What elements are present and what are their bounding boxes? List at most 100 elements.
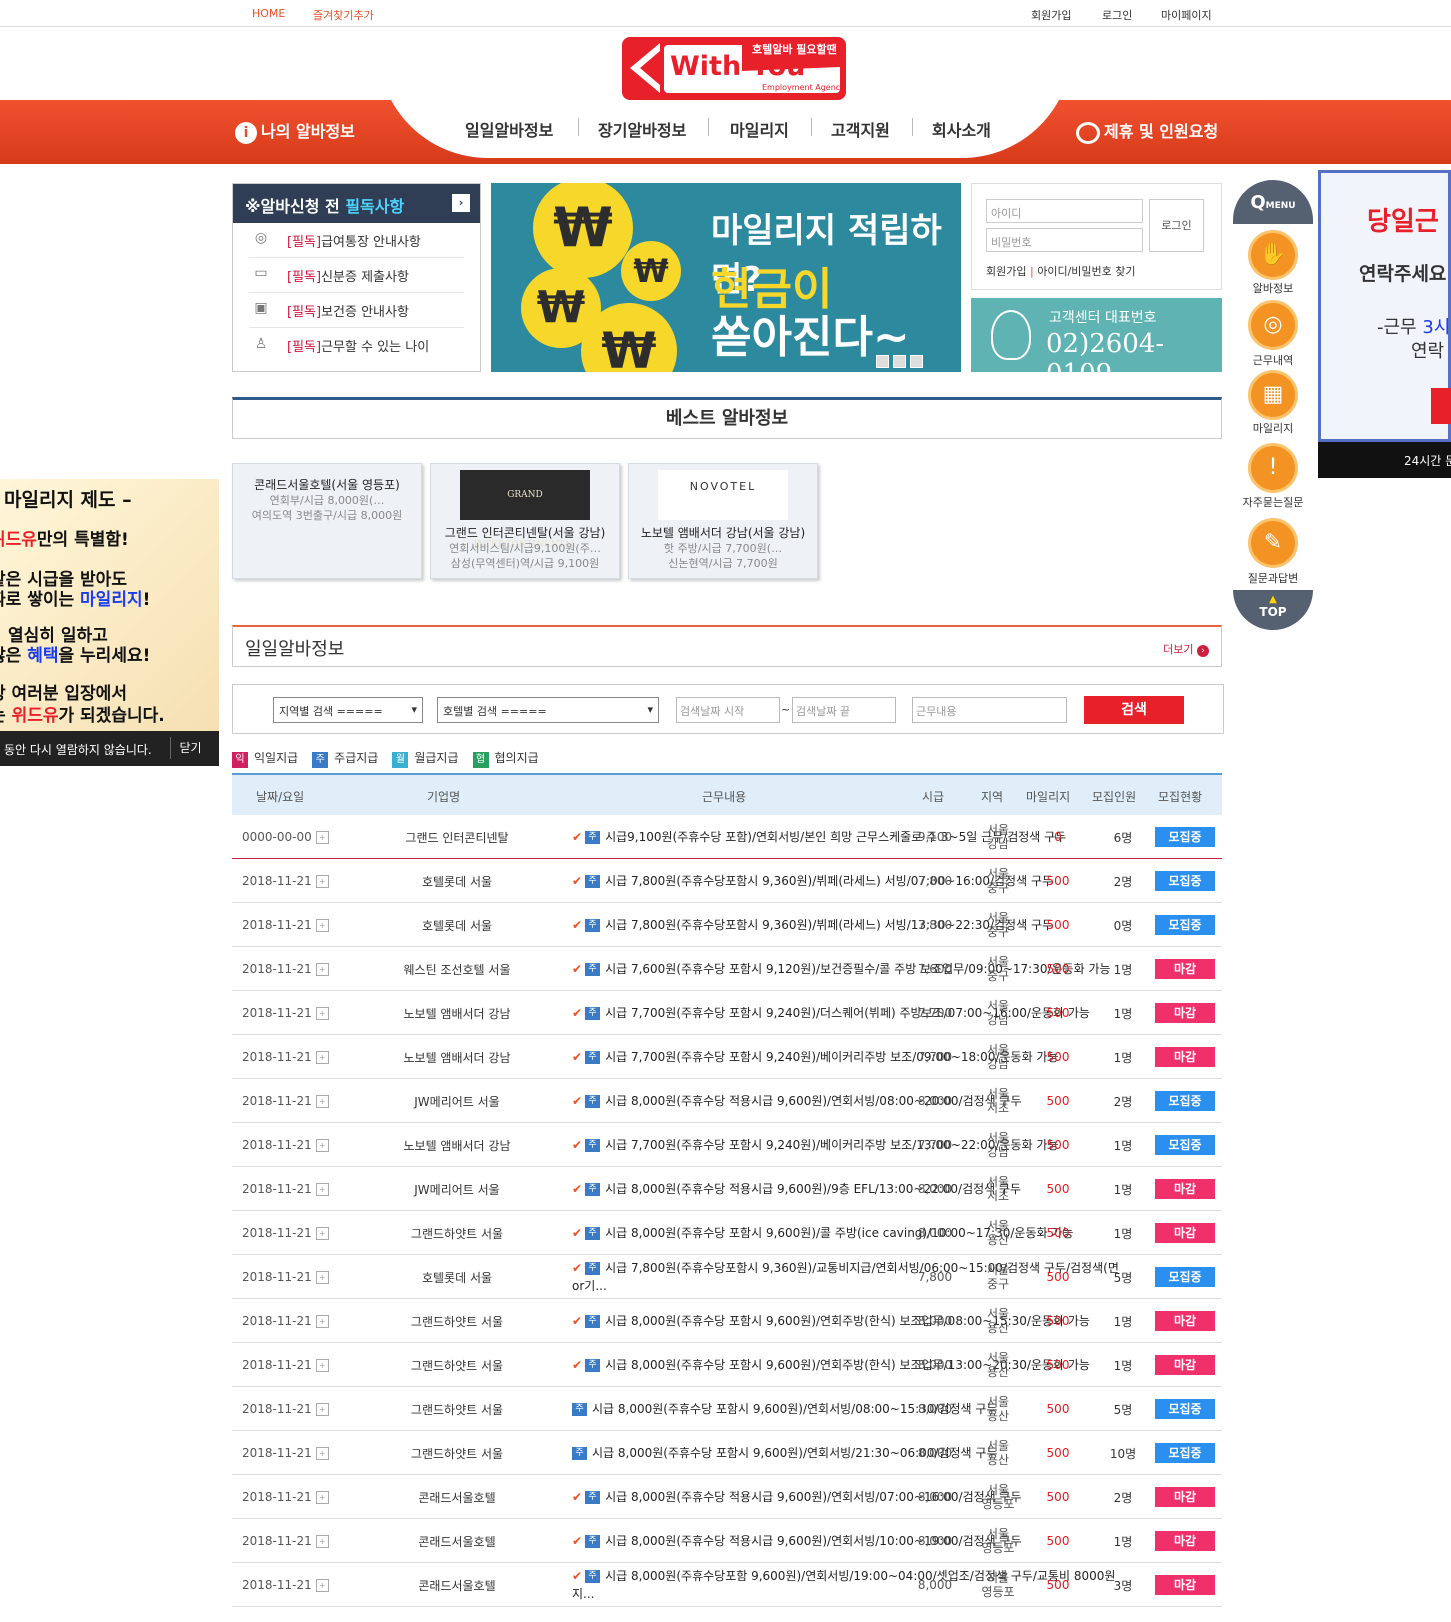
nav-mileage[interactable]: 마일리지 [730, 117, 789, 141]
nav-daily[interactable]: 일일알바정보 [465, 117, 553, 141]
table-row[interactable]: 2018-11-21 + JW메리어트 서울 ✔ 주 시급 8,000원(주휴수당 적용시… [232, 1167, 1222, 1211]
mileage-banner[interactable]: ₩ ₩ ₩ ₩ 마일리지 적립하면? 현금이 쏟아진다~ [491, 183, 961, 372]
status-badge[interactable]: 마감 [1155, 1223, 1215, 1243]
status-badge[interactable]: 마감 [1155, 1003, 1215, 1023]
table-row[interactable]: 2018-11-21 + 콘래드서울호텔 ✔ 주 시급 8,000원(주휴수당 적용시급 … [232, 1519, 1222, 1563]
row-count: 1명 [1113, 1358, 1133, 1373]
status-badge[interactable]: 모집중 [1155, 1267, 1215, 1287]
best-card[interactable]: 콘래드서울호텔(서울 영등포) 연회부/시급 8,000원(… 여의도역 3번출… [232, 463, 422, 579]
date-end-input[interactable]: 검색날짜 끝 [792, 697, 896, 723]
status-badge[interactable]: 마감 [1155, 1575, 1215, 1595]
login-button[interactable]: 로그인 [1149, 199, 1204, 252]
nav-longterm[interactable]: 장기알바정보 [598, 117, 686, 141]
search-button[interactable]: 검색 [1084, 696, 1184, 724]
best-card[interactable]: NOVOTEL 노보텔 앰배서더 강남(서울 강남) 핫 주방/시급 7,700… [628, 463, 818, 579]
right-ad[interactable]: 당일근 연락주세요 -근무 3시 연락 [1318, 170, 1451, 442]
row-date-text: 2018-11-21 [242, 1182, 312, 1196]
table-row[interactable]: 2018-11-21 + 콘래드서울호텔 ✔ 주 시급 8,000원(주휴수당포함 9,6… [232, 1563, 1222, 1607]
find-account-link[interactable]: 아이디/비밀번호 찾기 [1037, 265, 1135, 278]
hotel-select[interactable]: 호텔별 검색 ===== ▾ [437, 697, 659, 723]
table-row[interactable]: 2018-11-21 + 그랜드하얏트 서울 ✔ 주 시급 8,000원(주휴수당 포함시… [232, 1343, 1222, 1387]
table-row[interactable]: 2018-11-21 + 노보텔 앰배서더 강남 ✔ 주 시급 7,700원(주휴수당 포… [232, 991, 1222, 1035]
row-company: 콘래드서울호텔 [418, 1578, 496, 1593]
status-badge[interactable]: 마감 [1155, 1487, 1215, 1507]
table-row[interactable]: 2018-11-21 + 호텔롯데 서울 ✔ 주 시급 7,800원(주휴수당포함시 9,… [232, 903, 1222, 947]
table-row[interactable]: 2018-11-21 + JW메리어트 서울 ✔ 주 시급 8,000원(주휴수당 적용시… [232, 1079, 1222, 1123]
table-row[interactable]: 2018-11-21 + 그랜드하얏트 서울 ✔ 주 시급 8,000원(주휴수당 포함시… [232, 1299, 1222, 1343]
bag-icon[interactable]: ✋ [1248, 230, 1298, 280]
status-badge[interactable]: 모집중 [1155, 827, 1215, 847]
password-input[interactable]: 비밀번호 [986, 228, 1143, 252]
check-icon: ✔ [572, 1261, 583, 1275]
table-row[interactable]: 2018-11-21 + 호텔롯데 서울 ✔ 주 시급 7,800원(주휴수당포함시 9,… [232, 859, 1222, 903]
logo[interactable]: 호텔알바 필요할땐 With You Employment Agency [622, 37, 846, 100]
bookmark-link[interactable]: 즐겨찾기추가 [313, 7, 374, 23]
top-button[interactable]: ▲ TOP [1233, 590, 1313, 630]
row-mileage: 500 [1046, 874, 1070, 888]
mypage-link[interactable]: 마이페이지 [1161, 7, 1212, 23]
content-input[interactable]: 근무내용 [912, 697, 1067, 723]
quick-menu-label[interactable]: 질문과답변 [1233, 570, 1313, 586]
slide-dot[interactable] [876, 355, 889, 368]
notice-item[interactable]: ▭ [필독] 신분증 제출사항 [249, 258, 464, 293]
nav-support[interactable]: 고객지원 [831, 117, 890, 141]
home-link[interactable]: HOME [252, 7, 285, 20]
id-input[interactable]: 아이디 [986, 199, 1143, 223]
more-link[interactable]: 더보기 › [1163, 641, 1209, 657]
table-row[interactable]: 2018-11-21 + 호텔롯데 서울 ✔ 주 시급 7,800원(주휴수당포함시 9,… [232, 1255, 1222, 1299]
status-badge[interactable]: 모집중 [1155, 1091, 1215, 1111]
table-row[interactable]: 2018-11-21 + 그랜드하얏트 서울 주 시급 8,000원(주휴수당 포함시 … [232, 1431, 1222, 1475]
row-pay: 7,700 [917, 1050, 953, 1064]
status-badge[interactable]: 모집중 [1155, 871, 1215, 891]
table-row[interactable]: 0000-00-00 + 그랜드 인터콘티넨탈 ✔ 주 시급9,100원(주휴수당 포함)… [232, 815, 1222, 859]
status-badge[interactable]: 마감 [1155, 1311, 1215, 1331]
popup-dont-show[interactable]: 동안 다시 열람하지 않습니다. [4, 741, 152, 758]
row-mileage: 500 [1046, 1270, 1070, 1284]
status-badge[interactable]: 마감 [1155, 1179, 1215, 1199]
login-link[interactable]: 로그인 [1102, 7, 1132, 23]
exclamation-icon[interactable]: ! [1248, 443, 1298, 493]
slide-dot[interactable] [893, 355, 906, 368]
legend-item: 주 주급지급 [312, 749, 378, 768]
table-row[interactable]: 2018-11-21 + 그랜드하얏트 서울 ✔ 주 시급 8,000원(주휴수당 포함시… [232, 1211, 1222, 1255]
partnership-link[interactable]: 제휴 및 인원요청 [1076, 118, 1218, 144]
notice-prefix: [필독] [287, 234, 322, 250]
popup-close-button[interactable]: 닫기 [170, 737, 210, 759]
status-badge[interactable]: 마감 [1155, 1355, 1215, 1375]
notice-title: ※알바신청 전 [245, 197, 340, 216]
quick-menu-label[interactable]: 근무내역 [1233, 352, 1313, 368]
join-link[interactable]: 회원가입 [1031, 7, 1071, 23]
table-row[interactable]: 2018-11-21 + 콘래드서울호텔 ✔ 주 시급 8,000원(주휴수당 적용시급 … [232, 1475, 1222, 1519]
region-select[interactable]: 지역별 검색 ===== ▾ [273, 697, 423, 723]
check-icon: ✔ [572, 1182, 583, 1196]
status-badge[interactable]: 마감 [1155, 1047, 1215, 1067]
date-start-input[interactable]: 검색날짜 시작 [676, 697, 780, 723]
row-date: 2018-11-21 + [242, 903, 329, 947]
join-link[interactable]: 회원가입 [986, 265, 1026, 278]
table-row[interactable]: 2018-11-21 + 노보텔 앰배서더 강남 ✔ 주 시급 7,700원(주휴수당 포… [232, 1035, 1222, 1079]
slide-dot[interactable] [910, 355, 923, 368]
table-row[interactable]: 2018-11-21 + 노보텔 앰배서더 강남 ✔ 주 시급 7,700원(주휴수당 포… [232, 1123, 1222, 1167]
quick-menu-label[interactable]: 알바정보 [1233, 280, 1313, 296]
status-badge[interactable]: 모집중 [1155, 1135, 1215, 1155]
quick-menu-label[interactable]: 자주묻는질문 [1233, 494, 1313, 510]
status-badge[interactable]: 마감 [1155, 959, 1215, 979]
nav-company[interactable]: 회사소개 [932, 117, 991, 141]
notice-item[interactable]: ♙ [필독] 근무할 수 있는 나이 [249, 328, 464, 363]
table-row[interactable]: 2018-11-21 + 웨스틴 조선호텔 서울 ✔ 주 시급 7,600원(주휴수당 포… [232, 947, 1222, 991]
status-badge[interactable]: 모집중 [1155, 915, 1215, 935]
best-card[interactable]: GRAND INTERCONTINENTAL 그랜드 인터콘티넨탈(서울 강남)… [430, 463, 620, 579]
notice-item[interactable]: ▣ [필독] 보건증 안내사항 [249, 293, 464, 328]
status-badge[interactable]: 모집중 [1155, 1399, 1215, 1419]
my-job-info-link[interactable]: i 나의 알바정보 [235, 118, 355, 144]
notice-item[interactable]: ◎ [필독] 급여통장 안내사항 [249, 223, 464, 258]
status-badge[interactable]: 마감 [1155, 1531, 1215, 1551]
quick-menu-label[interactable]: 마일리지 [1233, 420, 1313, 436]
row-count: 2명 [1113, 1490, 1133, 1505]
table-row[interactable]: 2018-11-21 + 그랜드하얏트 서울 주 시급 8,000원(주휴수당 포함시 … [232, 1387, 1222, 1431]
arrow-right-icon[interactable]: › [452, 194, 470, 212]
pencil-icon[interactable]: ✎ [1248, 518, 1298, 568]
gift-icon[interactable]: ▦ [1248, 370, 1298, 420]
status-badge[interactable]: 모집중 [1155, 1443, 1215, 1463]
coins-icon[interactable]: ◎ [1248, 300, 1298, 350]
